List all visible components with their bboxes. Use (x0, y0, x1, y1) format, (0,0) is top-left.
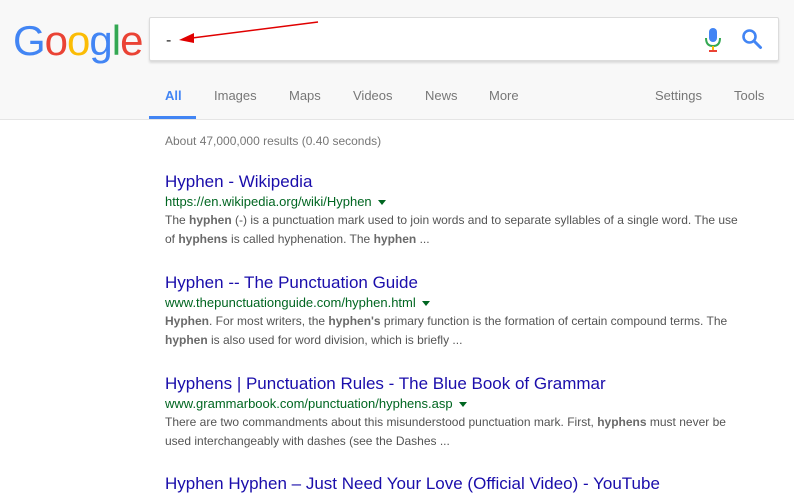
snippet-highlight: hyphen's (328, 314, 381, 328)
snippet-text: The (165, 213, 190, 227)
search-result: Hyphen Hyphen – Just Need Your Love (Off… (165, 474, 745, 494)
logo-letter: g (89, 17, 112, 64)
result-title-link[interactable]: Hyphen -- The Punctuation Guide (165, 273, 745, 293)
tab-images[interactable]: Images (214, 88, 257, 103)
active-tab-indicator (149, 116, 196, 119)
snippet-text: ... (416, 232, 430, 246)
result-url-text: www.grammarbook.com/punctuation/hyphens.… (165, 396, 453, 411)
tab-videos[interactable]: Videos (353, 88, 393, 103)
logo-letter: o (67, 17, 90, 64)
dropdown-arrow-icon[interactable] (458, 402, 467, 408)
result-url: www.thepunctuationguide.com/hyphen.html (165, 294, 745, 312)
google-logo[interactable]: Google (13, 17, 143, 64)
dropdown-arrow-icon[interactable] (377, 200, 386, 206)
search-box[interactable] (149, 17, 779, 61)
snippet-text: . For most writers, the (209, 314, 329, 328)
tab-more[interactable]: More (489, 88, 519, 103)
result-url-text: https://en.wikipedia.org/wiki/Hyphen (165, 194, 372, 209)
result-snippet: The hyphen (-) is a punctuation mark use… (165, 211, 745, 249)
search-result: Hyphen -- The Punctuation Guide www.thep… (165, 273, 745, 350)
header: Google All Images Maps Videos News More … (0, 0, 794, 120)
result-title-link[interactable]: Hyphen - Wikipedia (165, 172, 745, 192)
result-snippet: Hyphen. For most writers, the hyphen's p… (165, 312, 745, 350)
search-result: Hyphens | Punctuation Rules - The Blue B… (165, 374, 745, 451)
snippet-highlight: Hyphen (165, 314, 210, 328)
tab-all[interactable]: All (165, 88, 182, 103)
result-title-link[interactable]: Hyphen Hyphen – Just Need Your Love (Off… (165, 474, 745, 494)
search-result: Hyphen - Wikipedia https://en.wikipedia.… (165, 172, 745, 249)
result-title-link[interactable]: Hyphens | Punctuation Rules - The Blue B… (165, 374, 745, 394)
snippet-text: is also used for word division, which is… (207, 333, 463, 347)
logo-letter: o (44, 17, 68, 64)
tab-tools[interactable]: Tools (734, 88, 764, 103)
logo-letter: e (120, 17, 143, 64)
logo-letter: G (13, 17, 46, 64)
search-icon[interactable] (740, 27, 764, 51)
snippet-text: There are two commandments about this mi… (165, 415, 598, 429)
snippet-highlight: hyphens (597, 415, 647, 429)
result-snippet: There are two commandments about this mi… (165, 413, 745, 451)
tab-settings[interactable]: Settings (655, 88, 702, 103)
dropdown-arrow-icon[interactable] (421, 301, 430, 307)
snippet-text: is called hyphenation. The (227, 232, 374, 246)
snippet-highlight: hyphen (373, 232, 417, 246)
result-url-text: www.thepunctuationguide.com/hyphen.html (165, 295, 416, 310)
search-input[interactable] (164, 28, 688, 54)
microphone-icon[interactable] (702, 27, 724, 53)
snippet-highlight: hyphen (189, 213, 232, 227)
tab-bar: All Images Maps Videos News More Setting… (0, 80, 794, 119)
tab-news[interactable]: News (425, 88, 458, 103)
tab-maps[interactable]: Maps (289, 88, 321, 103)
snippet-highlight: hyphen (165, 333, 208, 347)
result-url: https://en.wikipedia.org/wiki/Hyphen (165, 193, 745, 211)
snippet-highlight: hyphens (178, 232, 228, 246)
snippet-text: primary function is the formation of cer… (380, 314, 728, 328)
logo-letter: l (111, 17, 121, 64)
result-url: www.grammarbook.com/punctuation/hyphens.… (165, 395, 745, 413)
result-stats: About 47,000,000 results (0.40 seconds) (165, 134, 382, 148)
